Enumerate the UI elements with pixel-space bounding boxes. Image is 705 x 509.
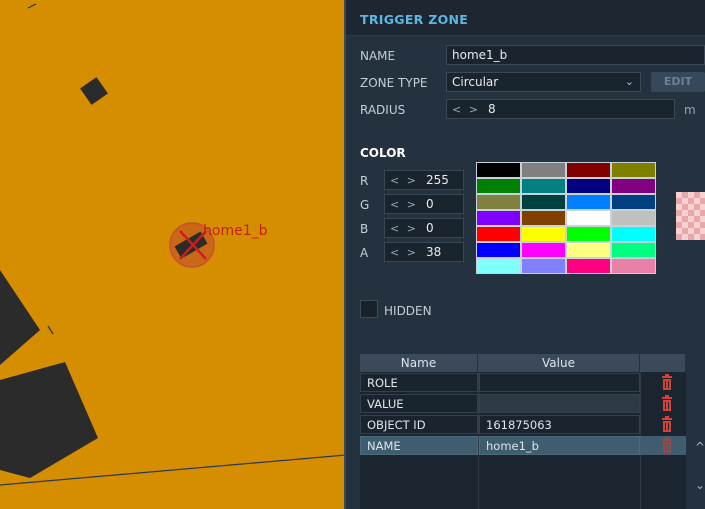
color-swatch[interactable] [521,162,566,178]
row-value-cell[interactable] [479,394,640,413]
color-palette [476,162,656,274]
road-line [47,325,54,335]
scroll-up-icon[interactable]: ^ [695,440,705,454]
stepper-arrows-icon[interactable]: < > [390,222,418,235]
channel-r-value: 255 [425,173,449,187]
trigger-zone-panel: TRIGGER ZONE NAME ZONE TYPE Circular ⌄ E… [346,0,705,509]
column-header-name[interactable]: Name [360,354,478,372]
channel-g-label: G [360,198,370,212]
radius-value: 8 [487,102,496,116]
column-header-value[interactable]: Value [478,354,640,372]
color-swatch[interactable] [521,242,566,258]
color-swatch[interactable] [566,162,611,178]
channel-r-label: R [360,174,369,188]
color-swatch[interactable] [476,242,521,258]
color-swatch[interactable] [566,226,611,242]
trash-icon[interactable] [658,394,676,413]
stepper-arrows-icon[interactable]: < > [390,198,418,211]
color-swatch[interactable] [476,258,521,274]
column-header-actions [640,354,686,372]
chevron-down-icon: ⌄ [624,75,634,88]
panel-title: TRIGGER ZONE [360,12,469,27]
color-swatch[interactable] [566,210,611,226]
channel-a-stepper[interactable]: < > 38 [384,242,464,262]
hidden-label: HIDDEN [384,304,432,318]
color-swatch[interactable] [611,258,656,274]
color-section-title: COLOR [360,146,406,160]
zone-type-label: ZONE TYPE [360,76,428,90]
row-name-cell[interactable]: NAME [360,436,478,455]
stepper-arrows-icon[interactable]: < > [390,246,418,259]
color-swatch[interactable] [476,178,521,194]
zone-type-value: Circular [452,75,499,89]
channel-b-stepper[interactable]: < > 0 [384,218,464,238]
channel-a-label: A [360,246,369,260]
building[interactable] [0,362,98,478]
name-label: NAME [360,49,396,63]
name-input[interactable] [452,48,704,62]
road-line [27,3,37,9]
color-swatch[interactable] [476,210,521,226]
color-swatch[interactable] [476,194,521,210]
row-name-cell[interactable]: VALUE [360,394,478,413]
edit-button[interactable]: EDIT [651,72,705,92]
color-swatch[interactable] [521,258,566,274]
color-swatch[interactable] [521,210,566,226]
color-swatch[interactable] [566,178,611,194]
row-name-cell[interactable]: ROLE [360,373,478,392]
trash-icon[interactable] [658,436,676,455]
hidden-checkbox[interactable] [360,300,378,318]
channel-b-label: B [360,222,369,236]
color-swatch[interactable] [566,194,611,210]
radius-label: RADIUS [360,103,406,117]
building[interactable] [0,270,40,365]
color-swatch[interactable] [611,162,656,178]
stepper-arrows-icon[interactable]: < > [390,174,418,187]
channel-r-stepper[interactable]: < > 255 [384,170,464,190]
properties-table: Name Value ROLE VALUE OBJECT ID 16187506… [360,354,686,509]
building[interactable] [80,77,108,105]
zone-type-select[interactable]: Circular ⌄ [446,72,641,92]
color-swatch[interactable] [611,210,656,226]
color-swatch[interactable] [566,258,611,274]
row-name-cell[interactable]: OBJECT ID [360,415,478,434]
zone-label: home1_b [203,223,268,239]
map-canvas[interactable] [0,0,346,509]
channel-a-value: 38 [425,245,442,259]
scroll-down-icon[interactable]: ⌄ [695,478,705,492]
color-swatch[interactable] [611,194,656,210]
channel-b-value: 0 [425,221,434,235]
color-swatch[interactable] [611,226,656,242]
channel-g-stepper[interactable]: < > 0 [384,194,464,214]
color-swatch[interactable] [521,178,566,194]
color-preview [676,192,705,240]
stepper-arrows-icon[interactable]: < > [452,103,480,116]
radius-stepper[interactable]: < > 8 [446,99,675,119]
color-swatch[interactable] [476,162,521,178]
map-view[interactable]: home1_b [0,0,346,509]
color-swatch[interactable] [611,178,656,194]
color-swatch[interactable] [611,242,656,258]
name-field[interactable] [446,45,705,65]
color-swatch[interactable] [521,226,566,242]
row-value-cell[interactable]: home1_b [479,436,640,455]
row-value-cell[interactable]: 161875063 [479,415,640,434]
trash-icon[interactable] [658,415,676,434]
color-swatch[interactable] [476,226,521,242]
panel-header: TRIGGER ZONE [346,0,705,36]
radius-unit: m [684,103,696,117]
trash-icon[interactable] [658,373,676,392]
color-swatch[interactable] [566,242,611,258]
color-swatch[interactable] [521,194,566,210]
row-value-cell[interactable] [479,373,640,392]
channel-g-value: 0 [425,197,434,211]
